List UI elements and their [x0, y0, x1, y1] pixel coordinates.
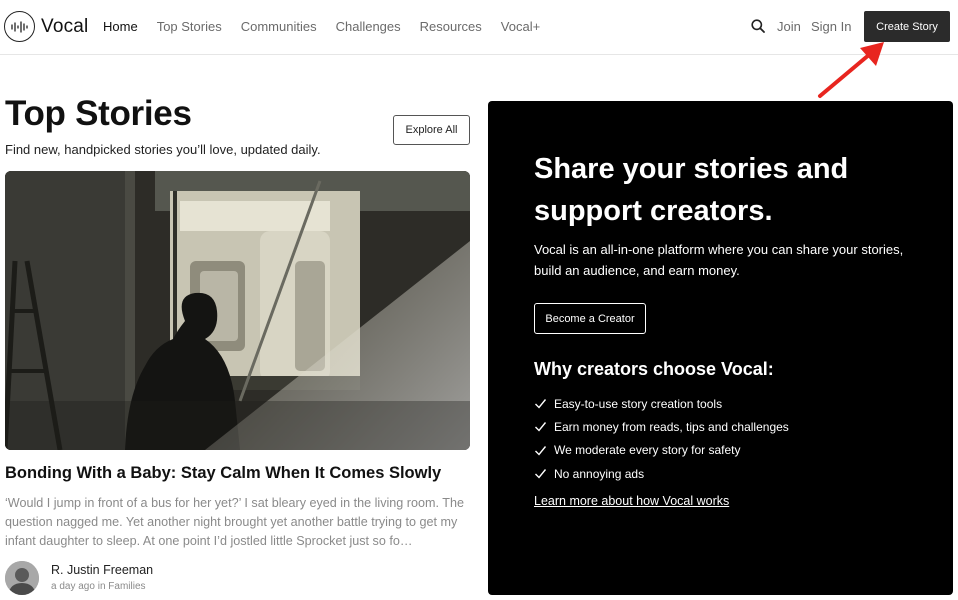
story-category-link[interactable]: Families	[108, 581, 145, 592]
featured-story-excerpt: ‘Would I jump in front of a bus for her …	[5, 496, 464, 548]
become-creator-button[interactable]: Become a Creator	[534, 303, 646, 334]
page-title: Top Stories	[5, 94, 192, 133]
main-nav: Home Top Stories Communities Challenges …	[103, 19, 559, 34]
vocal-logo-icon	[4, 11, 35, 42]
logo-text: Vocal	[41, 15, 89, 37]
check-icon	[535, 469, 547, 479]
nav-item-home[interactable]: Home	[103, 19, 138, 34]
nav-item-resources[interactable]: Resources	[420, 19, 482, 34]
creator-promo-panel: Share your stories and support creators.…	[488, 101, 953, 595]
benefit-text: No annoying ads	[554, 466, 645, 481]
nav-item-challenges[interactable]: Challenges	[336, 19, 401, 34]
benefit-text: We moderate every story for safety	[554, 443, 741, 458]
promo-heading: Share your stories and support creators.	[534, 153, 849, 227]
explore-all-button[interactable]: Explore All	[393, 115, 470, 145]
list-item: We moderate every story for safety	[534, 439, 789, 462]
page-subtitle: Find new, handpicked stories you’ll love…	[5, 142, 321, 157]
benefit-text: Earn money from reads, tips and challeng…	[554, 419, 789, 434]
red-arrow-annotation	[818, 42, 884, 98]
nav-item-top-stories[interactable]: Top Stories	[157, 19, 222, 34]
learn-more-link[interactable]: Learn more about how Vocal works	[534, 494, 729, 508]
story-meta: a day ago in Families	[51, 581, 146, 592]
list-item: Easy-to-use story creation tools	[534, 392, 789, 415]
sign-in-link[interactable]: Sign In	[811, 19, 851, 34]
story-in-label: in	[97, 581, 106, 592]
author-avatar[interactable]	[5, 561, 39, 595]
create-story-button[interactable]: Create Story	[864, 11, 950, 42]
check-icon	[535, 445, 547, 456]
vocal-logo[interactable]: Vocal	[4, 11, 88, 42]
join-link[interactable]: Join	[777, 19, 801, 34]
list-item: Earn money from reads, tips and challeng…	[534, 415, 789, 438]
benefit-text: Easy-to-use story creation tools	[554, 396, 723, 411]
author-name[interactable]: R. Justin Freeman	[51, 563, 153, 577]
promo-text: Vocal is an all-in-one platform where yo…	[534, 242, 904, 278]
check-icon	[535, 399, 547, 409]
list-item: No annoying ads	[534, 462, 789, 485]
benefit-list: Easy-to-use story creation tools Earn mo…	[534, 392, 789, 485]
search-icon[interactable]	[751, 19, 765, 38]
featured-story-image[interactable]	[5, 171, 470, 450]
featured-story-title[interactable]: Bonding With a Baby: Stay Calm When It C…	[5, 464, 441, 483]
why-creators-heading: Why creators choose Vocal:	[534, 359, 774, 379]
story-time: a day ago	[51, 581, 95, 592]
nav-item-vocal-plus[interactable]: Vocal+	[501, 19, 540, 34]
nav-item-communities[interactable]: Communities	[241, 19, 317, 34]
check-icon	[535, 422, 547, 432]
